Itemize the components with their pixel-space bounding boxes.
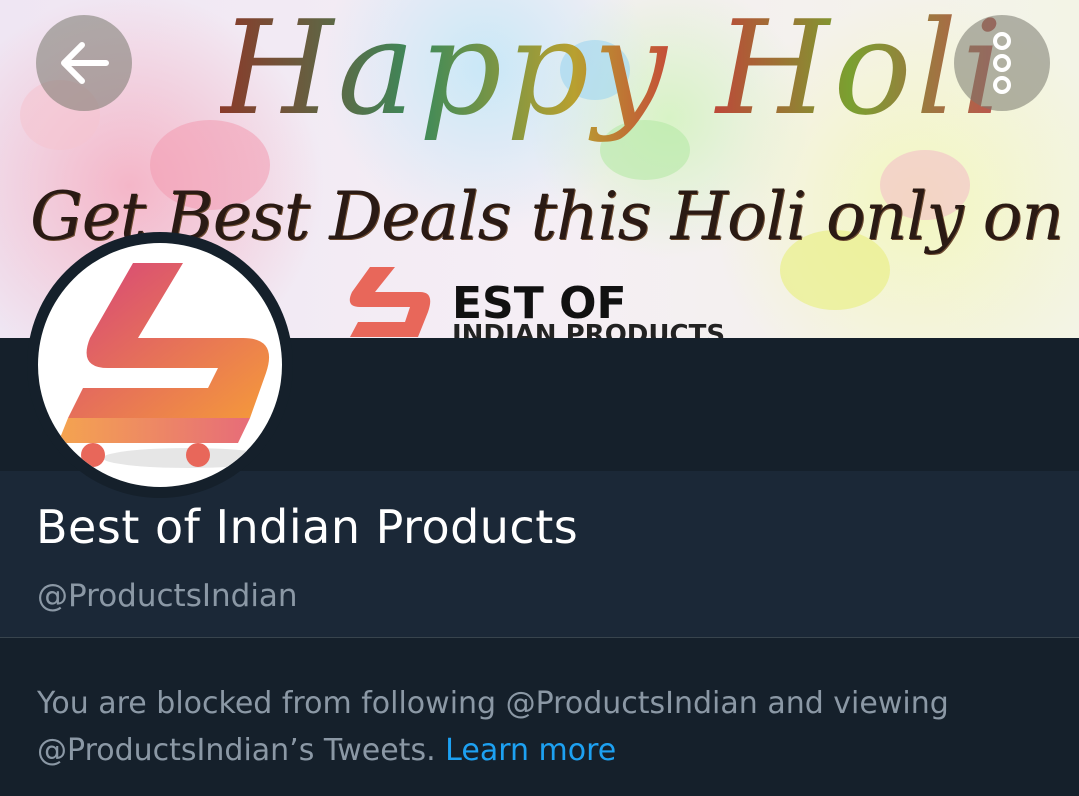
profile-handle: @ProductsIndian	[37, 578, 298, 614]
learn-more-link[interactable]: Learn more	[445, 733, 616, 768]
avatar-frame[interactable]	[27, 232, 293, 498]
profile-name: Best of Indian Products	[36, 500, 579, 554]
avatar[interactable]	[38, 243, 282, 487]
divider	[0, 637, 1079, 638]
banner-brand-line2: INDIAN PRODUCTS	[452, 320, 726, 338]
brand-logo-mark	[349, 267, 431, 337]
more-vertical-icon	[993, 32, 1011, 94]
more-options-button[interactable]	[954, 15, 1050, 111]
arrow-left-icon	[61, 42, 109, 84]
blocked-notice: You are blocked from following @Products…	[37, 680, 1047, 774]
back-button[interactable]	[36, 15, 132, 111]
banner-title: Happy Holi	[220, 0, 1007, 144]
brand-logo-icon	[58, 263, 273, 468]
